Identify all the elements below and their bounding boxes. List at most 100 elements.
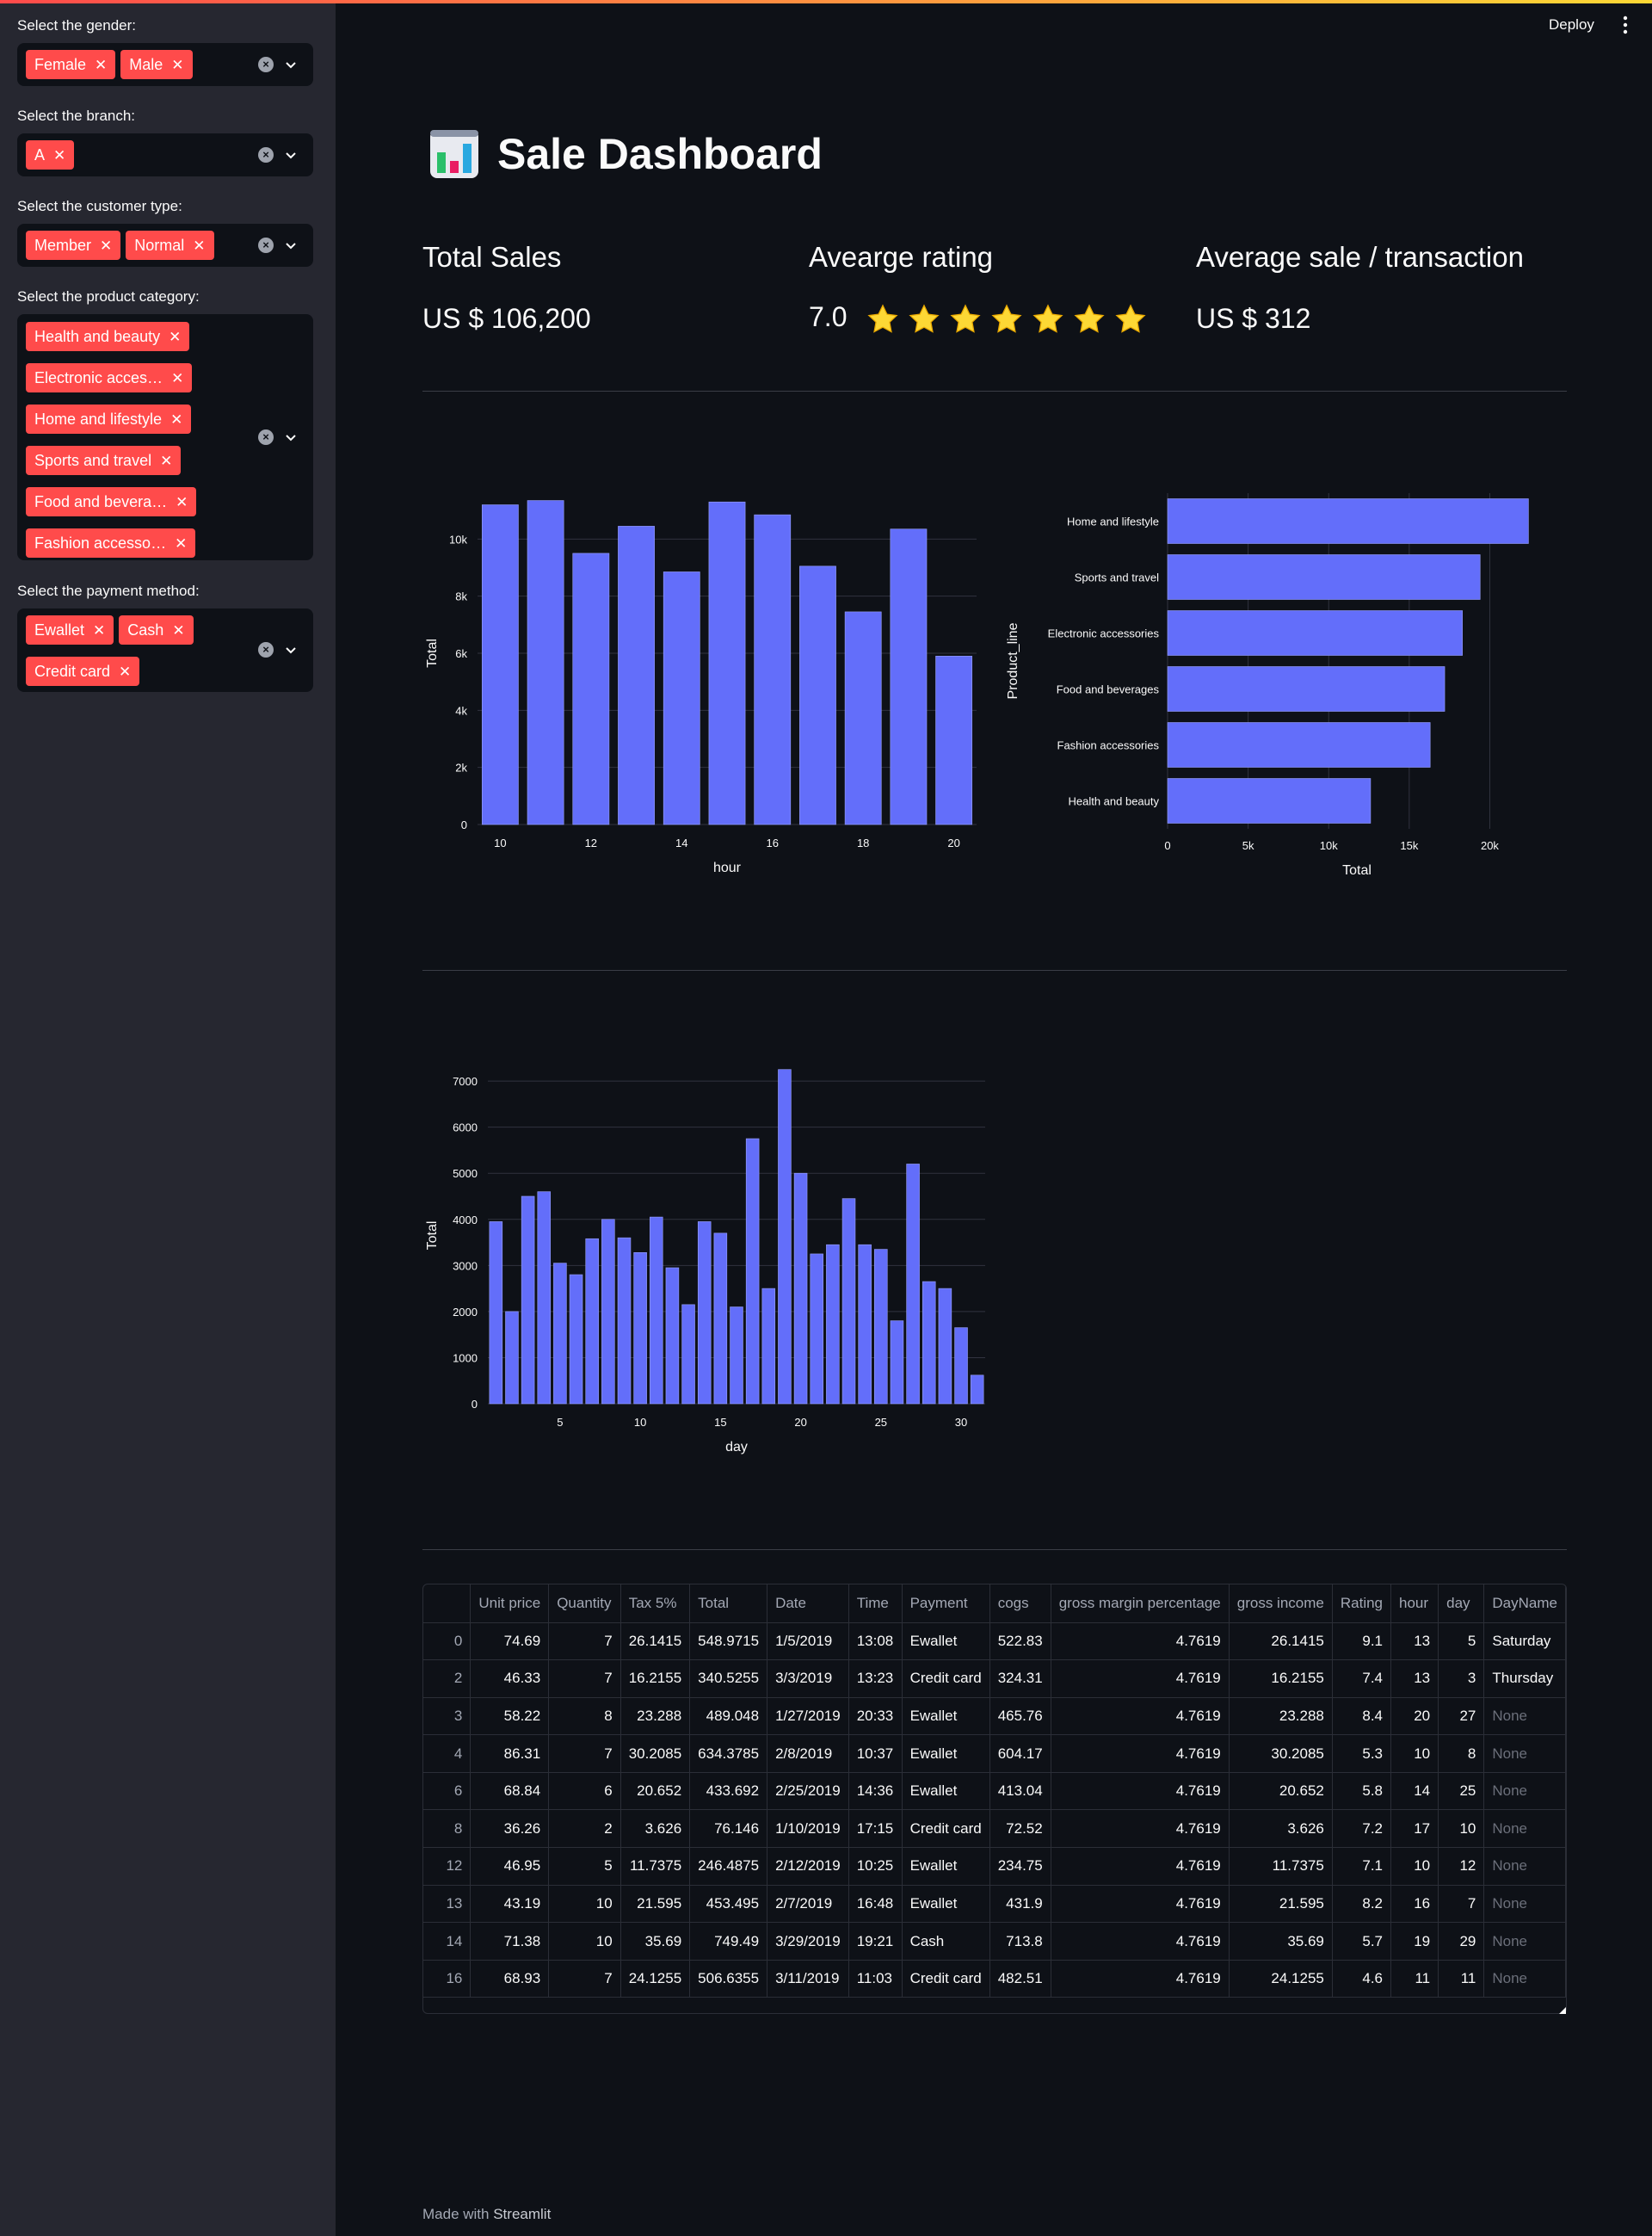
chip-label: Male <box>129 55 163 73</box>
bar <box>617 1237 632 1405</box>
bar <box>938 1288 952 1405</box>
selected-chip[interactable]: Ewallet ✕ <box>26 615 114 645</box>
table-cell: 12 <box>1438 1847 1485 1886</box>
selected-chip[interactable]: Normal ✕ <box>126 231 214 260</box>
avg-sale-title: Average sale / transaction <box>1196 241 1524 273</box>
column-header[interactable]: hour <box>1390 1584 1439 1623</box>
column-header[interactable]: gross margin percentage <box>1051 1584 1230 1623</box>
remove-chip-icon[interactable]: ✕ <box>93 623 105 638</box>
selected-chip[interactable]: Food and bevera… ✕ <box>26 487 197 516</box>
remove-chip-icon[interactable]: ✕ <box>119 664 131 679</box>
chevron-down-icon[interactable] <box>284 148 298 162</box>
chevron-down-icon[interactable] <box>284 643 298 657</box>
table-row[interactable]: 2 46.33 7 16.2155 340.5255 3/3/2019 13:23 Credi… <box>423 1659 1566 1698</box>
table-row[interactable]: 14 71.38 10 35.69 749.49 3/29/2019 19:21 Cash 71… <box>423 1922 1566 1961</box>
table-cell: 10:25 <box>848 1847 903 1886</box>
table-row[interactable]: 13 43.19 10 21.595 453.495 2/7/2019 16:48 Ewall… <box>423 1885 1566 1924</box>
table-cell: 1/5/2019 <box>767 1622 849 1661</box>
clear-icon[interactable]: × <box>258 642 274 658</box>
remove-chip-icon[interactable]: ✕ <box>171 371 183 386</box>
column-header[interactable]: Rating <box>1332 1584 1392 1623</box>
table-row[interactable]: 16 68.93 7 24.1255 506.6355 3/11/2019 11:03 Cre… <box>423 1960 1566 1998</box>
selected-chip[interactable]: A ✕ <box>26 140 75 170</box>
table-row[interactable]: 12 46.95 5 11.7375 246.4875 2/12/2019 10:25 Ewa… <box>423 1847 1566 1886</box>
selected-chip[interactable]: Home and lifestyle ✕ <box>26 405 192 434</box>
selected-chip[interactable]: Female ✕ <box>26 50 116 79</box>
bar <box>745 1138 760 1405</box>
remove-chip-icon[interactable]: ✕ <box>100 238 112 253</box>
remove-chip-icon[interactable]: ✕ <box>169 330 181 344</box>
clear-icon[interactable]: × <box>258 147 274 163</box>
chevron-down-icon[interactable] <box>284 58 298 71</box>
clear-icon[interactable]: × <box>258 429 274 445</box>
remove-chip-icon[interactable]: ✕ <box>175 536 187 551</box>
column-header[interactable]: Total <box>689 1584 768 1623</box>
data-table[interactable]: Unit price Quantity Tax 5% Total Date Time Pay… <box>422 1584 1567 2014</box>
gender-multiselect[interactable]: Female ✕ Male ✕ × <box>17 43 313 86</box>
remove-chip-icon[interactable]: ✕ <box>160 454 172 468</box>
customer-type-multiselect[interactable]: Member ✕ Normal ✕ × <box>17 224 313 267</box>
bar <box>681 1304 695 1405</box>
table-cell: 11.7375 <box>620 1847 691 1886</box>
remove-chip-icon[interactable]: ✕ <box>176 495 188 510</box>
clear-icon[interactable]: × <box>258 57 274 72</box>
selected-chip[interactable]: Cash ✕ <box>119 615 194 645</box>
table-row[interactable]: 0 74.69 7 26.1415 548.9715 1/5/2019 13:08 Ewall… <box>423 1622 1566 1661</box>
selected-chip[interactable]: Credit card ✕ <box>26 657 140 686</box>
remove-chip-icon[interactable]: ✕ <box>172 623 184 638</box>
column-header[interactable]: DayName <box>1483 1584 1566 1623</box>
column-header[interactable]: Unit price <box>470 1584 550 1623</box>
table-row[interactable]: 3 58.22 8 23.288 489.048 1/27/2019 20:33 Ewalle… <box>423 1697 1566 1736</box>
sales-by-hour-chart[interactable]: 0 2k 4k 6k 8k 10k 10 12 14 16 18 20 hour Total <box>422 482 1008 878</box>
table-cell: 10 <box>548 1922 621 1961</box>
column-header[interactable]: Payment <box>902 1584 990 1623</box>
product-category-multiselect[interactable]: Health and beauty ✕ Electronic acces… ✕ Home… <box>17 314 313 560</box>
selected-chip[interactable]: Male ✕ <box>120 50 193 79</box>
sales-by-product-line-chart[interactable]: 0 5k 10k 15k 20k Home and lifestyle Sports and… <box>998 482 1566 878</box>
table-cell: 8 <box>1438 1734 1485 1773</box>
table-cell: 46.95 <box>470 1847 550 1886</box>
clear-icon[interactable]: × <box>258 238 274 253</box>
column-header[interactable]: gross income <box>1229 1584 1333 1623</box>
selected-chip[interactable]: Health and beauty ✕ <box>26 322 190 351</box>
selected-chip[interactable]: Sports and travel ✕ <box>26 446 182 475</box>
resize-handle-icon[interactable] <box>1559 2007 1566 2014</box>
chip-list: Ewallet ✕ Cash ✕ Credit card ✕ <box>26 615 258 698</box>
table-cell: 4.7619 <box>1051 1734 1230 1773</box>
streamlit-link[interactable]: Streamlit <box>493 2206 551 2222</box>
row-index: 3 <box>423 1697 472 1736</box>
more-menu-icon[interactable] <box>1623 15 1628 34</box>
selected-chip[interactable]: Electronic acces… ✕ <box>26 363 193 392</box>
table-row[interactable]: 8 36.26 2 3.626 76.146 1/10/2019 17:15 Credit c… <box>423 1809 1566 1849</box>
table-cell: 24.1255 <box>620 1960 691 1998</box>
remove-chip-icon[interactable]: ✕ <box>193 238 205 253</box>
chevron-down-icon[interactable] <box>284 430 298 444</box>
table-cell: 13:23 <box>848 1659 903 1698</box>
branch-multiselect[interactable]: A ✕ × <box>17 133 313 176</box>
column-header[interactable] <box>423 1584 472 1623</box>
table-cell: 13:08 <box>848 1622 903 1661</box>
table-row[interactable]: 4 86.31 7 30.2085 634.3785 2/8/2019 10:37 Ewall… <box>423 1734 1566 1773</box>
deploy-button[interactable]: Deploy <box>1549 16 1594 34</box>
remove-chip-icon[interactable]: ✕ <box>171 58 183 72</box>
table-cell: 453.495 <box>689 1885 768 1924</box>
remove-chip-icon[interactable]: ✕ <box>95 58 107 72</box>
column-header[interactable]: Quantity <box>548 1584 621 1623</box>
payment-method-multiselect[interactable]: Ewallet ✕ Cash ✕ Credit card ✕ × <box>17 608 313 692</box>
column-header[interactable]: Tax 5% <box>620 1584 691 1623</box>
selected-chip[interactable]: Member ✕ <box>26 231 121 260</box>
column-header[interactable]: day <box>1438 1584 1485 1623</box>
column-header[interactable]: Date <box>767 1584 849 1623</box>
selected-chip[interactable]: Fashion accesso… ✕ <box>26 528 196 558</box>
remove-chip-icon[interactable]: ✕ <box>53 148 65 163</box>
column-header[interactable]: cogs <box>989 1584 1051 1623</box>
bar <box>922 1281 936 1405</box>
remove-chip-icon[interactable]: ✕ <box>170 412 182 427</box>
sales-by-day-chart[interactable]: 0 1000 2000 3000 4000 5000 6000 7000 5 10 15 20 25 30… <box>422 1067 1008 1463</box>
table-row[interactable]: 6 68.84 6 20.652 433.692 2/25/2019 14:36 Ewalle… <box>423 1772 1566 1811</box>
category-label: Sports and travel <box>1075 571 1159 584</box>
column-header[interactable]: Time <box>848 1584 903 1623</box>
y-tick-label: 6000 <box>453 1121 478 1134</box>
y-tick-label: 10k <box>449 533 467 546</box>
chevron-down-icon[interactable] <box>284 238 298 252</box>
